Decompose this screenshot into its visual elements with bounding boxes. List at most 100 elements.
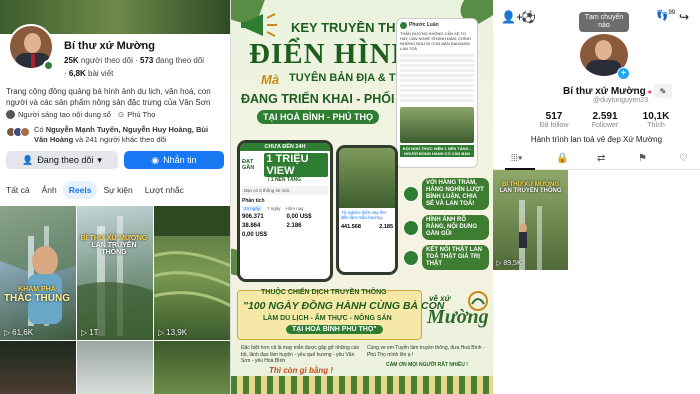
analytics-phone-mockup: CHƯA ĐẾN 24H ĐẠT GẦN 1 TRIỆU VIEW / 1 NỀ…: [237, 140, 333, 282]
poster-location-pill: TẠI HOÀ BÌNH - PHÚ THỌ: [257, 110, 379, 124]
post-author: Phước Luân: [409, 22, 439, 28]
reel-tile[interactable]: [77, 341, 153, 394]
verified-icon: ●: [645, 89, 652, 96]
profile-handle: @duytunguyen23: [593, 97, 648, 104]
banner-sub: LÀM DU LỊCH - ẨM THỰC - NÔNG SẢN: [263, 315, 392, 322]
play-icon: ▷: [158, 328, 165, 337]
reel-tile[interactable]: [154, 341, 230, 394]
tab-events[interactable]: Sự kiện: [97, 181, 138, 199]
profile-tabs: Tất cả Ảnh Reels Sự kiện Lượt nhắc: [0, 181, 230, 199]
tab-photos[interactable]: Ảnh: [36, 181, 63, 199]
page-title: Bí thư xứ Mường: [64, 40, 155, 52]
lock-tab-icon[interactable]: 🔒: [556, 153, 568, 164]
grid-tab-icon[interactable]: ⦙⦙⦙▾: [511, 153, 523, 164]
page-bio: Trang cộng đồng quảng bá hình ảnh du lịc…: [6, 87, 211, 107]
add-follow-icon[interactable]: +: [617, 67, 630, 80]
reel-view-count: ▷ 1T: [81, 328, 99, 337]
add-friend-icon[interactable]: 👤+: [501, 10, 523, 24]
tooltip: Tạm chuyển nào: [579, 12, 629, 32]
metric-value: 0,00 US$: [286, 214, 312, 220]
content-tabs: ⦙⦙⦙▾ 🔒 ⇄ ⚑ ♡: [493, 150, 700, 170]
repost-tab-icon[interactable]: ⇄: [597, 153, 605, 164]
location-label: Phú Thọ: [127, 110, 156, 119]
chevron-down-icon: ▾: [97, 154, 102, 165]
messenger-icon: ◉: [151, 154, 160, 165]
followers-stat[interactable]: 2.591 Follower: [580, 111, 630, 129]
footer-left-signature: Thì còn gì bằng !: [269, 365, 333, 375]
analysis-tab: Hôm nay: [285, 206, 304, 211]
reel-tile[interactable]: [0, 341, 76, 394]
footer-right-text: Cùng ve em Tuyển làm truyền thông, đưa H…: [367, 345, 485, 358]
creator-row: Người sáng tạo nội dung số ⊙ Phú Thọ: [6, 110, 155, 119]
feature-bubble: KẾT NỐI THẬT LAN TOẢ THẬT GIÁ TRỊ THẬT: [403, 245, 489, 270]
stats-header: CHƯA ĐẾN 24H: [240, 143, 330, 151]
reel-overlay-main: LAN TRUYỀN THÔNG: [91, 242, 137, 257]
rice-terrace-image: [154, 206, 230, 308]
video-view-count: ▷ 89,5K: [496, 260, 522, 267]
tab-reels[interactable]: Reels: [62, 181, 98, 199]
reel-view-count: ▷ 61,6K: [4, 328, 34, 337]
mini-metric: 2.185: [379, 224, 393, 230]
waterfall-image: [77, 216, 153, 340]
reel-overlay-main: THÁC THUNG: [3, 293, 70, 305]
likes-stat[interactable]: 10,1K Thích: [631, 111, 681, 129]
edit-icon[interactable]: ✎: [654, 84, 672, 98]
banner-place: TẠI HOÀ BÌNH PHÚ THỌ": [286, 325, 383, 334]
megaphone-icon: [241, 13, 277, 37]
reel-tile[interactable]: BÍ THƯ XỨ MƯỜNG LAN TRUYỀN THÔNG ▷ 1T: [77, 206, 153, 340]
notifications-icon[interactable]: 👣99: [656, 10, 675, 21]
footer-right-thanks: CẢM ƠN MỌI NGƯỜI RẤT NHIỀU !: [386, 362, 468, 368]
bookmark-tab-icon[interactable]: ⚑: [638, 153, 647, 164]
share-icon[interactable]: ↪: [679, 10, 689, 24]
reel-tile[interactable]: ▷ 13,9K: [154, 206, 230, 340]
post-caption: ĐỘI NGŨ THỰC HIỆN 1 NỀN TẢNG - NGƯỜI ĐỒN…: [400, 145, 474, 157]
reels-grid: KHÁM PHÁ THÁC THUNG ▷ 61,6K BÍ THƯ XỨ MƯỜ…: [0, 206, 230, 394]
reel-tile[interactable]: KHÁM PHÁ THÁC THUNG ▷ 61,6K: [0, 206, 76, 340]
tab-mentions[interactable]: Lượt nhắc: [139, 181, 190, 199]
creator-icon: [6, 110, 15, 119]
feature-bubble: HÌNH ẢNH RÕ RÀNG, NỘI DUNG GẦN GŨI: [403, 215, 489, 240]
mutual-followers[interactable]: Có Nguyễn Mạnh Tuyển, Nguyễn Huy Hoàng, …: [6, 125, 212, 145]
metric-value: 38.864: [242, 223, 261, 229]
reel-view-count: ▷ 13,9K: [158, 328, 188, 337]
online-badge: [43, 60, 54, 71]
video-phone-mockup: Từ nghèo hiện nay lên đến làm mẫu hướng.…: [336, 145, 398, 275]
footer-right: Cùng ve em Tuyển làm truyền thông, đưa H…: [367, 345, 487, 369]
following-button[interactable]: 👤 Đang theo dõi ▾: [6, 151, 118, 169]
following-stat[interactable]: 517 Đã follow: [529, 111, 579, 129]
campaign-poster: KEY TRUYỀN THÔNG ĐIỂN HÌNH Mà TUYÊN BẢN …: [231, 0, 493, 394]
banner-top: THUỘC CHIẾN DỊCH TRUYỀN THÔNG: [261, 289, 387, 296]
message-button[interactable]: ◉ Nhắn tin: [124, 151, 224, 169]
follow-stats[interactable]: 25K người theo dõi · 573 đang theo dõi: [64, 56, 204, 65]
heart-tab-icon[interactable]: ♡: [679, 153, 688, 164]
footer-left-text: Đặc biệt hơn cả là may mắn được gặp gỡ n…: [241, 345, 360, 364]
location-pin-icon: ⊙: [117, 110, 125, 119]
profile-name: Bí thư xứ Mường ●: [563, 86, 652, 97]
facebook-post-screenshot: Phước Luân THẦN ĐƯỜNG KHÔNG CẦN XE TO HA…: [396, 18, 478, 168]
mini-caption: Từ nghèo hiện nay lên đến làm mẫu hướng.…: [341, 210, 387, 220]
mutual-avatars: [6, 127, 30, 137]
comment-icon: [403, 186, 419, 202]
tab-all[interactable]: Tất cả: [0, 181, 36, 199]
analysis-tab: 24 ngày: [242, 206, 263, 211]
notification-card: Bạn có 5 thông tin mới.: [242, 186, 328, 195]
footer-left: Đặc biệt hơn cả là may mắn được gặp gỡ n…: [241, 345, 361, 374]
post-text: THẦN ĐƯỜNG KHÔNG CẦN XE TO HAY CẦN NGHỆ …: [400, 31, 471, 51]
facebook-profile-panel: Bí thư xứ Mường 25K người theo dõi · 573…: [0, 0, 231, 394]
feature-bubble: VỚI HÀNG TRĂM, HÀNG NGHÌN LƯỢT BÌNH LUẬN…: [403, 178, 489, 210]
video-thumbnail[interactable]: BÍ THƯ XỨ MƯỜNG LAN TRUYỀN THÔNG ▷ 89,5K: [493, 170, 568, 270]
post-count: · 6,8K bài viết: [64, 69, 114, 78]
video-overlay: BÍ THƯ XỨ MƯỜNG LAN TRUYỀN THÔNG: [499, 182, 562, 194]
metric-value: 906.371: [242, 214, 264, 220]
creator-label: Người sáng tạo nội dung số: [18, 110, 111, 119]
poster-headline-main: ĐIỂN HÌNH: [249, 38, 416, 70]
stats-pre: ĐẠT GẦN: [242, 159, 255, 171]
soccer-ball-icon[interactable]: ⚽: [521, 10, 536, 24]
logo-prefix: về xứ: [429, 294, 451, 303]
banner-main: "100 NGÀY ĐỒNG HÀNH CÙNG BÀ CON: [243, 300, 445, 312]
stats-sub: / 1 NỀN TẢNG: [268, 177, 302, 183]
person-check-icon: 👤: [22, 154, 34, 165]
globe-icon: [403, 249, 419, 266]
pattern-border: [231, 376, 493, 394]
camera-icon: [403, 219, 419, 236]
